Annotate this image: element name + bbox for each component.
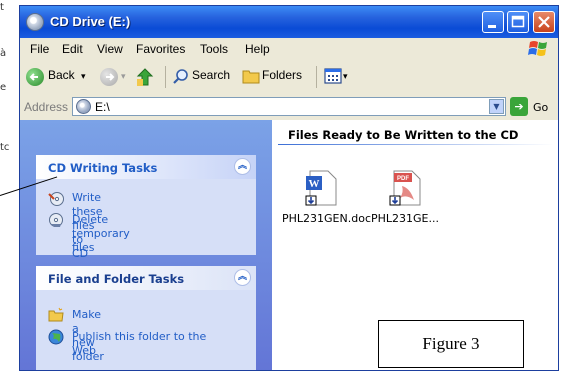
pdf-document-icon: PDF <box>389 170 421 206</box>
edge-text-fragment: e <box>0 82 7 93</box>
svg-text:W: W <box>309 178 320 190</box>
menu-bar: File Edit View Favorites Tools Help <box>20 38 558 61</box>
back-arrow-icon[interactable] <box>26 68 44 86</box>
go-button[interactable]: Go <box>533 101 548 114</box>
panel-header[interactable]: File and Folder Tasks ︽ <box>36 266 256 290</box>
toolbar-separator <box>165 66 166 88</box>
write-cd-icon <box>48 192 64 206</box>
edge-text-fragment: t <box>0 2 4 13</box>
edge-text-fragment: à <box>0 48 7 59</box>
edge-text-fragment: tc <box>0 142 10 153</box>
menu-edit[interactable]: Edit <box>62 42 83 56</box>
group-divider <box>278 144 554 145</box>
cd-writing-tasks-panel: CD Writing Tasks ︽ Write these files to … <box>36 155 256 260</box>
panel-header[interactable]: CD Writing Tasks ︽ <box>36 155 256 179</box>
address-bar: Address E:\ ▼ ➔ Go <box>20 94 558 121</box>
task-pane: CD Writing Tasks ︽ Write these files to … <box>20 120 272 370</box>
task-label: Delete temporary files <box>72 213 130 254</box>
views-icon[interactable] <box>324 68 342 84</box>
forward-dropdown-arrow-icon[interactable]: ▾ <box>121 71 126 82</box>
forward-arrow-icon[interactable] <box>100 68 118 86</box>
up-folder-icon[interactable] <box>135 66 155 88</box>
panel-title: CD Writing Tasks <box>48 161 158 175</box>
file-name: PHL231GEN.doc <box>282 212 371 225</box>
menu-view[interactable]: View <box>97 42 123 56</box>
minimize-icon <box>488 25 496 28</box>
new-folder-icon <box>48 307 64 322</box>
standard-toolbar: Back ▾ ▾ Search Folders ▾ <box>20 60 558 95</box>
address-dropdown-button[interactable]: ▼ <box>489 99 504 114</box>
publish-globe-icon <box>48 329 64 345</box>
search-button[interactable]: Search <box>192 68 230 82</box>
file-group-header: Files Ready to Be Written to the CD <box>288 128 519 142</box>
explorer-window: CD Drive (E:) File Edit View Favorites T… <box>19 5 559 371</box>
figure-caption-box: Figure 3 <box>378 320 524 368</box>
minimize-button[interactable] <box>482 11 504 33</box>
title-bar[interactable]: CD Drive (E:) <box>20 6 558 38</box>
file-item-pdf[interactable]: PDF PHL231GE... <box>370 170 440 260</box>
word-document-icon: W <box>305 170 337 206</box>
maximize-icon <box>511 15 525 28</box>
address-value: E:\ <box>95 100 110 114</box>
menu-favorites[interactable]: Favorites <box>136 42 185 56</box>
cd-drive-icon <box>26 13 44 31</box>
task-label: Publish this folder to the Web <box>72 330 207 357</box>
toolbar-separator <box>316 66 317 88</box>
address-field[interactable]: E:\ ▼ <box>72 97 506 116</box>
cd-drive-icon <box>76 99 91 114</box>
panel-title: File and Folder Tasks <box>48 272 185 286</box>
views-dropdown-arrow-icon[interactable]: ▾ <box>343 71 348 82</box>
menu-file[interactable]: File <box>30 42 49 56</box>
go-arrow-icon[interactable]: ➔ <box>510 97 528 116</box>
close-icon <box>538 16 550 28</box>
file-item-word[interactable]: W PHL231GEN.doc <box>282 170 371 260</box>
file-and-folder-tasks-panel: File and Folder Tasks ︽ Make a new folde… <box>36 266 256 370</box>
background-document-edge: t à e tc <box>0 0 20 374</box>
menu-help[interactable]: Help <box>245 42 270 56</box>
menu-tools[interactable]: Tools <box>200 42 228 56</box>
collapse-chevron-icon[interactable]: ︽ <box>234 269 251 286</box>
close-button[interactable] <box>533 11 555 33</box>
back-button[interactable]: Back <box>48 68 75 82</box>
folders-button[interactable]: Folders <box>262 68 302 82</box>
windows-logo-icon <box>528 41 547 56</box>
search-icon[interactable] <box>172 68 190 86</box>
maximize-button[interactable] <box>507 11 529 33</box>
window-title: CD Drive (E:) <box>50 14 131 29</box>
delete-cd-icon <box>49 213 63 227</box>
address-label: Address <box>24 100 69 114</box>
file-name: PHL231GE... <box>371 212 439 225</box>
back-dropdown-arrow-icon[interactable]: ▾ <box>81 71 86 82</box>
figure-caption: Figure 3 <box>422 334 480 353</box>
folders-icon[interactable] <box>242 68 260 84</box>
svg-text:PDF: PDF <box>397 176 409 182</box>
collapse-chevron-icon[interactable]: ︽ <box>234 158 251 175</box>
